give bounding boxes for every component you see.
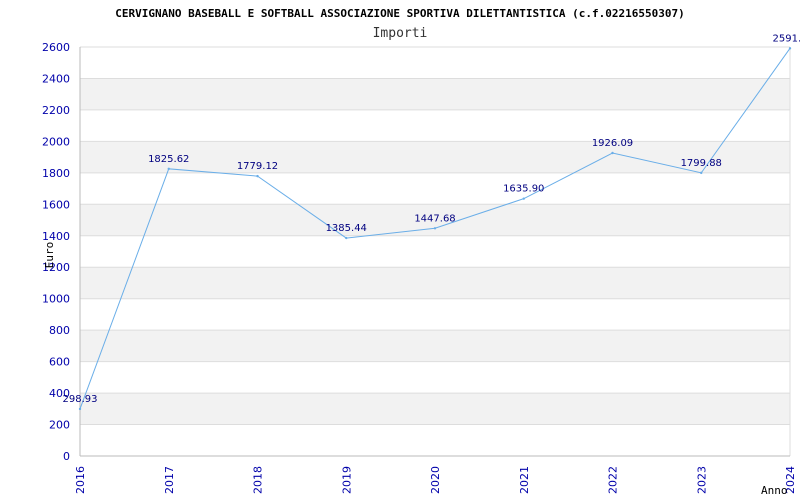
y-tick-label: 600 [49,356,70,369]
y-tick-label: 1600 [42,198,70,211]
y-tick-label: 1400 [42,230,70,243]
chart-subtitle: Importi [373,26,428,41]
data-label: 1385.44 [326,223,367,234]
x-tick-label: 2018 [252,466,265,494]
y-axis-label: Euro [43,242,56,269]
y-tick-label: 0 [63,450,70,463]
chart-title: CERVIGNANO BASEBALL E SOFTBALL ASSOCIAZI… [115,7,685,20]
y-tick-label: 800 [49,324,70,337]
x-tick-label: 2016 [74,466,87,494]
grid-band [80,330,790,362]
x-tick-label: 2022 [607,466,620,494]
grid-band [80,393,790,425]
data-point [522,197,525,200]
y-tick-label: 2600 [42,41,70,54]
data-point [433,227,437,230]
line-chart-svg: 0200400600800100012001400160018002000220… [42,7,800,497]
x-tick-labels: 2016 2017 2018 2019 2020 2021 2022 2023 2024 [74,466,797,494]
data-label: 1779.12 [237,161,278,172]
y-tick-label: 2200 [42,104,70,117]
data-label: 2591.5 [773,33,800,44]
grid-band [80,267,790,299]
data-label: 298.93 [63,394,98,405]
data-point [788,47,792,50]
y-tick-label: 1000 [42,293,70,306]
data-label: 1926.09 [592,138,633,149]
data-label: 1825.62 [148,154,189,165]
chart: 0 200 400 600 800 1000 1200 1400 1600 1800 2000 220… [0,0,800,500]
x-tick-label: 2019 [340,466,353,494]
data-point [345,236,348,240]
data-point [78,407,82,411]
x-tick-label: 2017 [163,466,176,494]
data-point [167,167,170,171]
x-axis-label: Anno [761,484,788,497]
x-tick-label: 2021 [518,466,531,494]
data-label: 1799.88 [681,158,722,169]
data-point [611,151,614,155]
data-point [700,171,703,175]
grid-bands [80,78,790,425]
y-tick-label: 200 [49,419,70,432]
y-tick-label: 1800 [42,167,70,180]
y-tick-label: 2400 [42,72,70,85]
data-label: 1447.68 [414,213,455,224]
data-label: 1635.90 [503,184,544,195]
data-point [256,174,259,178]
grid-band [80,78,790,110]
x-tick-label: 2023 [695,466,708,494]
y-tick-label: 2000 [42,135,70,148]
x-tick-label: 2020 [429,466,442,494]
